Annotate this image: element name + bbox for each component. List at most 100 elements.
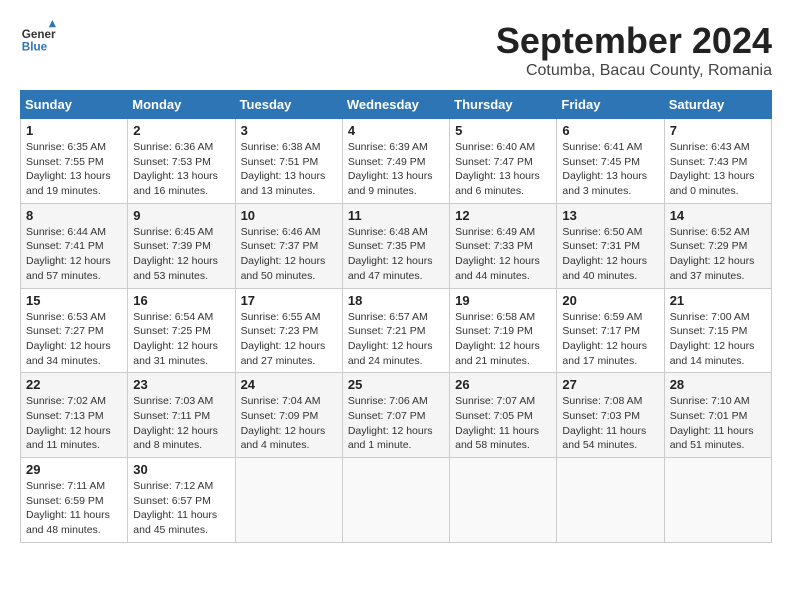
day-info: Sunrise: 7:12 AM Sunset: 6:57 PM Dayligh… <box>133 479 229 538</box>
calendar-week-row: 8 Sunrise: 6:44 AM Sunset: 7:41 PM Daylig… <box>21 203 772 288</box>
calendar-day-cell: 7 Sunrise: 6:43 AM Sunset: 7:43 PM Daylig… <box>664 119 771 204</box>
calendar-day-cell: 10 Sunrise: 6:46 AM Sunset: 7:37 PM Dayli… <box>235 203 342 288</box>
day-info: Sunrise: 6:58 AM Sunset: 7:19 PM Dayligh… <box>455 310 551 369</box>
calendar-day-cell: 9 Sunrise: 6:45 AM Sunset: 7:39 PM Daylig… <box>128 203 235 288</box>
day-number: 29 <box>26 462 122 477</box>
day-info: Sunrise: 6:46 AM Sunset: 7:37 PM Dayligh… <box>241 225 337 284</box>
calendar-body: 1Sunrise: 6:35 AM Sunset: 7:55 PM Daylig… <box>21 119 772 543</box>
day-info: Sunrise: 7:10 AM Sunset: 7:01 PM Dayligh… <box>670 394 766 453</box>
calendar-day-cell: 14 Sunrise: 6:52 AM Sunset: 7:29 PM Dayli… <box>664 203 771 288</box>
weekday-header-row: SundayMondayTuesdayWednesdayThursdayFrid… <box>21 91 772 119</box>
location-title: Cotumba, Bacau County, Romania <box>496 62 772 80</box>
day-info: Sunrise: 6:45 AM Sunset: 7:39 PM Dayligh… <box>133 225 229 284</box>
day-number: 30 <box>133 462 229 477</box>
day-info: Sunrise: 6:38 AM Sunset: 7:51 PM Dayligh… <box>241 140 337 199</box>
calendar-day-cell: 3 Sunrise: 6:38 AM Sunset: 7:51 PM Daylig… <box>235 119 342 204</box>
calendar-day-cell: 27 Sunrise: 7:08 AM Sunset: 7:03 PM Dayli… <box>557 373 664 458</box>
calendar-day-cell: 25 Sunrise: 7:06 AM Sunset: 7:07 PM Dayli… <box>342 373 449 458</box>
calendar-day-cell <box>557 458 664 543</box>
day-info: Sunrise: 6:41 AM Sunset: 7:45 PM Dayligh… <box>562 140 658 199</box>
calendar-day-cell: 30 Sunrise: 7:12 AM Sunset: 6:57 PM Dayli… <box>128 458 235 543</box>
day-number: 9 <box>133 208 229 223</box>
day-number: 12 <box>455 208 551 223</box>
calendar-day-cell: 16 Sunrise: 6:54 AM Sunset: 7:25 PM Dayli… <box>128 288 235 373</box>
day-info: Sunrise: 6:44 AM Sunset: 7:41 PM Dayligh… <box>26 225 122 284</box>
calendar-week-row: 1Sunrise: 6:35 AM Sunset: 7:55 PM Daylig… <box>21 119 772 204</box>
month-title: September 2024 <box>496 20 772 62</box>
calendar-week-row: 15 Sunrise: 6:53 AM Sunset: 7:27 PM Dayli… <box>21 288 772 373</box>
day-info: Sunrise: 6:40 AM Sunset: 7:47 PM Dayligh… <box>455 140 551 199</box>
weekday-header-cell: Saturday <box>664 91 771 119</box>
day-number: 23 <box>133 377 229 392</box>
calendar-day-cell: 19 Sunrise: 6:58 AM Sunset: 7:19 PM Dayli… <box>450 288 557 373</box>
day-number: 5 <box>455 123 551 138</box>
calendar-week-row: 22Sunrise: 7:02 AM Sunset: 7:13 PM Dayli… <box>21 373 772 458</box>
svg-text:Blue: Blue <box>22 41 48 54</box>
day-info: Sunrise: 6:55 AM Sunset: 7:23 PM Dayligh… <box>241 310 337 369</box>
calendar-day-cell: 28 Sunrise: 7:10 AM Sunset: 7:01 PM Dayli… <box>664 373 771 458</box>
calendar-day-cell: 15 Sunrise: 6:53 AM Sunset: 7:27 PM Dayli… <box>21 288 128 373</box>
day-number: 28 <box>670 377 766 392</box>
day-number: 17 <box>241 293 337 308</box>
day-info: Sunrise: 6:59 AM Sunset: 7:17 PM Dayligh… <box>562 310 658 369</box>
calendar-day-cell: 5 Sunrise: 6:40 AM Sunset: 7:47 PM Daylig… <box>450 119 557 204</box>
day-number: 6 <box>562 123 658 138</box>
day-number: 24 <box>241 377 337 392</box>
page-header: General Blue September 2024 Cotumba, Bac… <box>20 20 772 80</box>
weekday-header-cell: Wednesday <box>342 91 449 119</box>
calendar-day-cell: 21 Sunrise: 7:00 AM Sunset: 7:15 PM Dayli… <box>664 288 771 373</box>
day-info: Sunrise: 6:57 AM Sunset: 7:21 PM Dayligh… <box>348 310 444 369</box>
day-info: Sunrise: 6:35 AM Sunset: 7:55 PM Dayligh… <box>26 140 122 199</box>
day-info: Sunrise: 6:43 AM Sunset: 7:43 PM Dayligh… <box>670 140 766 199</box>
day-info: Sunrise: 7:00 AM Sunset: 7:15 PM Dayligh… <box>670 310 766 369</box>
day-info: Sunrise: 6:52 AM Sunset: 7:29 PM Dayligh… <box>670 225 766 284</box>
day-info: Sunrise: 6:48 AM Sunset: 7:35 PM Dayligh… <box>348 225 444 284</box>
day-number: 21 <box>670 293 766 308</box>
day-number: 16 <box>133 293 229 308</box>
calendar-day-cell <box>664 458 771 543</box>
weekday-header-cell: Tuesday <box>235 91 342 119</box>
calendar-week-row: 29 Sunrise: 7:11 AM Sunset: 6:59 PM Dayli… <box>21 458 772 543</box>
day-number: 22 <box>26 377 122 392</box>
day-info: Sunrise: 7:06 AM Sunset: 7:07 PM Dayligh… <box>348 394 444 453</box>
calendar-day-cell: 20 Sunrise: 6:59 AM Sunset: 7:17 PM Dayli… <box>557 288 664 373</box>
day-info: Sunrise: 6:49 AM Sunset: 7:33 PM Dayligh… <box>455 225 551 284</box>
day-info: Sunrise: 7:11 AM Sunset: 6:59 PM Dayligh… <box>26 479 122 538</box>
day-number: 19 <box>455 293 551 308</box>
calendar-day-cell: 8 Sunrise: 6:44 AM Sunset: 7:41 PM Daylig… <box>21 203 128 288</box>
day-info: Sunrise: 7:07 AM Sunset: 7:05 PM Dayligh… <box>455 394 551 453</box>
logo: General Blue <box>20 20 56 56</box>
day-number: 13 <box>562 208 658 223</box>
title-block: September 2024 Cotumba, Bacau County, Ro… <box>496 20 772 80</box>
calendar-day-cell: 6 Sunrise: 6:41 AM Sunset: 7:45 PM Daylig… <box>557 119 664 204</box>
day-info: Sunrise: 6:53 AM Sunset: 7:27 PM Dayligh… <box>26 310 122 369</box>
weekday-header-cell: Thursday <box>450 91 557 119</box>
day-number: 7 <box>670 123 766 138</box>
day-number: 11 <box>348 208 444 223</box>
day-number: 27 <box>562 377 658 392</box>
logo-icon: General Blue <box>20 20 56 56</box>
day-number: 15 <box>26 293 122 308</box>
calendar-day-cell: 26 Sunrise: 7:07 AM Sunset: 7:05 PM Dayli… <box>450 373 557 458</box>
calendar-day-cell: 29 Sunrise: 7:11 AM Sunset: 6:59 PM Dayli… <box>21 458 128 543</box>
calendar-day-cell <box>450 458 557 543</box>
day-info: Sunrise: 7:08 AM Sunset: 7:03 PM Dayligh… <box>562 394 658 453</box>
svg-text:General: General <box>22 28 56 41</box>
calendar-day-cell: 18 Sunrise: 6:57 AM Sunset: 7:21 PM Dayli… <box>342 288 449 373</box>
day-info: Sunrise: 6:39 AM Sunset: 7:49 PM Dayligh… <box>348 140 444 199</box>
calendar-day-cell: 23 Sunrise: 7:03 AM Sunset: 7:11 PM Dayli… <box>128 373 235 458</box>
calendar-day-cell: 1Sunrise: 6:35 AM Sunset: 7:55 PM Daylig… <box>21 119 128 204</box>
calendar-day-cell: 4Sunrise: 6:39 AM Sunset: 7:49 PM Daylig… <box>342 119 449 204</box>
calendar-day-cell <box>342 458 449 543</box>
day-number: 10 <box>241 208 337 223</box>
day-number: 8 <box>26 208 122 223</box>
day-number: 25 <box>348 377 444 392</box>
day-number: 3 <box>241 123 337 138</box>
day-number: 2 <box>133 123 229 138</box>
day-number: 26 <box>455 377 551 392</box>
day-info: Sunrise: 7:03 AM Sunset: 7:11 PM Dayligh… <box>133 394 229 453</box>
day-number: 18 <box>348 293 444 308</box>
day-info: Sunrise: 6:54 AM Sunset: 7:25 PM Dayligh… <box>133 310 229 369</box>
day-number: 14 <box>670 208 766 223</box>
day-number: 20 <box>562 293 658 308</box>
